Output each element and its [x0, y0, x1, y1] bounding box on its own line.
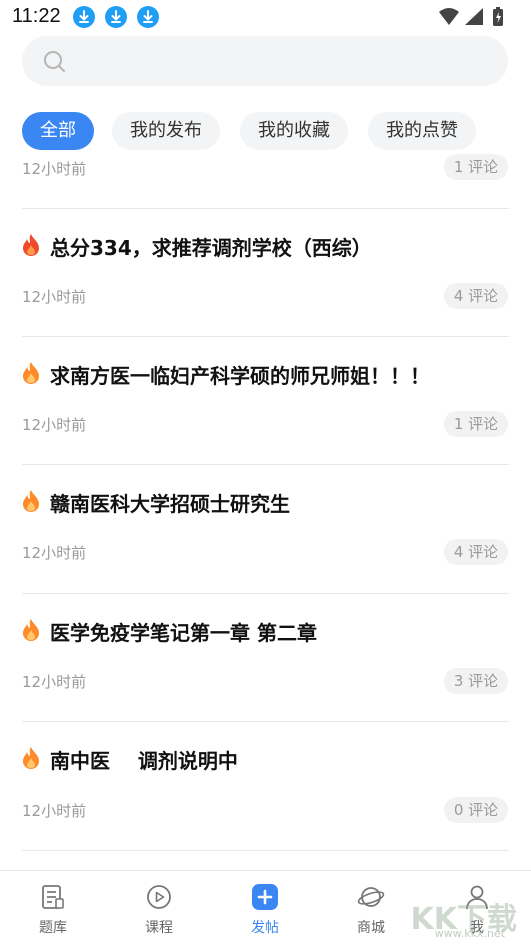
status-time: 11:22	[12, 5, 61, 27]
play-icon	[145, 883, 173, 911]
nav-label: 发帖	[251, 920, 279, 936]
filter-my-posts[interactable]: 我的发布	[112, 112, 220, 150]
watermark: KK下载 www.kkx.net	[397, 892, 527, 942]
fire-icon	[21, 361, 41, 385]
watermark-url: www.kkx.net	[434, 927, 505, 940]
filter-all[interactable]: 全部	[22, 112, 94, 150]
filter-my-favorites[interactable]: 我的收藏	[240, 112, 348, 150]
post-title[interactable]: 求南方医一临妇产科学硕的师兄师姐！！！	[50, 360, 430, 389]
post-title[interactable]: 赣南医科大学招硕士研究生	[50, 488, 290, 517]
comment-count-badge[interactable]: 4 评论	[444, 539, 508, 565]
post-time: 12小时前	[22, 544, 87, 562]
download-icon	[105, 6, 127, 28]
divider	[22, 721, 509, 722]
divider	[22, 336, 509, 337]
system-icons	[437, 6, 517, 28]
comment-count-badge[interactable]: 4 评论	[444, 283, 508, 309]
plus-icon	[251, 883, 279, 911]
question-bank-icon	[39, 883, 67, 911]
wifi-icon	[439, 8, 459, 25]
divider	[22, 850, 509, 851]
battery-icon	[493, 7, 503, 26]
post-title[interactable]: 南中医 调剂说明中	[50, 745, 238, 774]
download-icon	[73, 6, 95, 28]
signal-icon	[465, 8, 483, 25]
post-time: 12小时前	[22, 416, 87, 434]
fire-icon	[21, 746, 41, 770]
divider	[22, 464, 509, 465]
planet-icon	[357, 883, 385, 911]
status-bar: 11:22	[0, 0, 531, 34]
post-time: 12小时前	[22, 802, 87, 820]
comment-count-badge[interactable]: 3 评论	[444, 668, 508, 694]
search-icon	[42, 49, 68, 79]
comment-count-badge[interactable]: 0 评论	[444, 797, 508, 823]
post-title[interactable]: 总分334，求推荐调剂学校（西综）	[50, 232, 372, 261]
search-input[interactable]	[22, 36, 508, 86]
divider	[22, 208, 509, 209]
post-time: 12小时前	[22, 673, 87, 691]
nav-question-bank[interactable]: 题库	[0, 871, 106, 944]
nav-courses[interactable]: 课程	[106, 871, 212, 944]
fire-icon	[21, 489, 41, 513]
filter-my-likes[interactable]: 我的点赞	[368, 112, 476, 150]
download-icon	[137, 6, 159, 28]
post-time: 12小时前	[22, 160, 87, 178]
comment-count-badge[interactable]: 1 评论	[444, 154, 508, 180]
post-time: 12小时前	[22, 288, 87, 306]
comment-count-badge[interactable]: 1 评论	[444, 411, 508, 437]
nav-label: 题库	[39, 920, 67, 936]
post-title[interactable]: 医学免疫学笔记第一章 第二章	[50, 617, 317, 646]
nav-post[interactable]: 发帖	[212, 871, 318, 944]
fire-icon	[21, 233, 41, 257]
nav-label: 课程	[145, 920, 173, 936]
fire-icon	[21, 618, 41, 642]
divider	[22, 593, 509, 594]
